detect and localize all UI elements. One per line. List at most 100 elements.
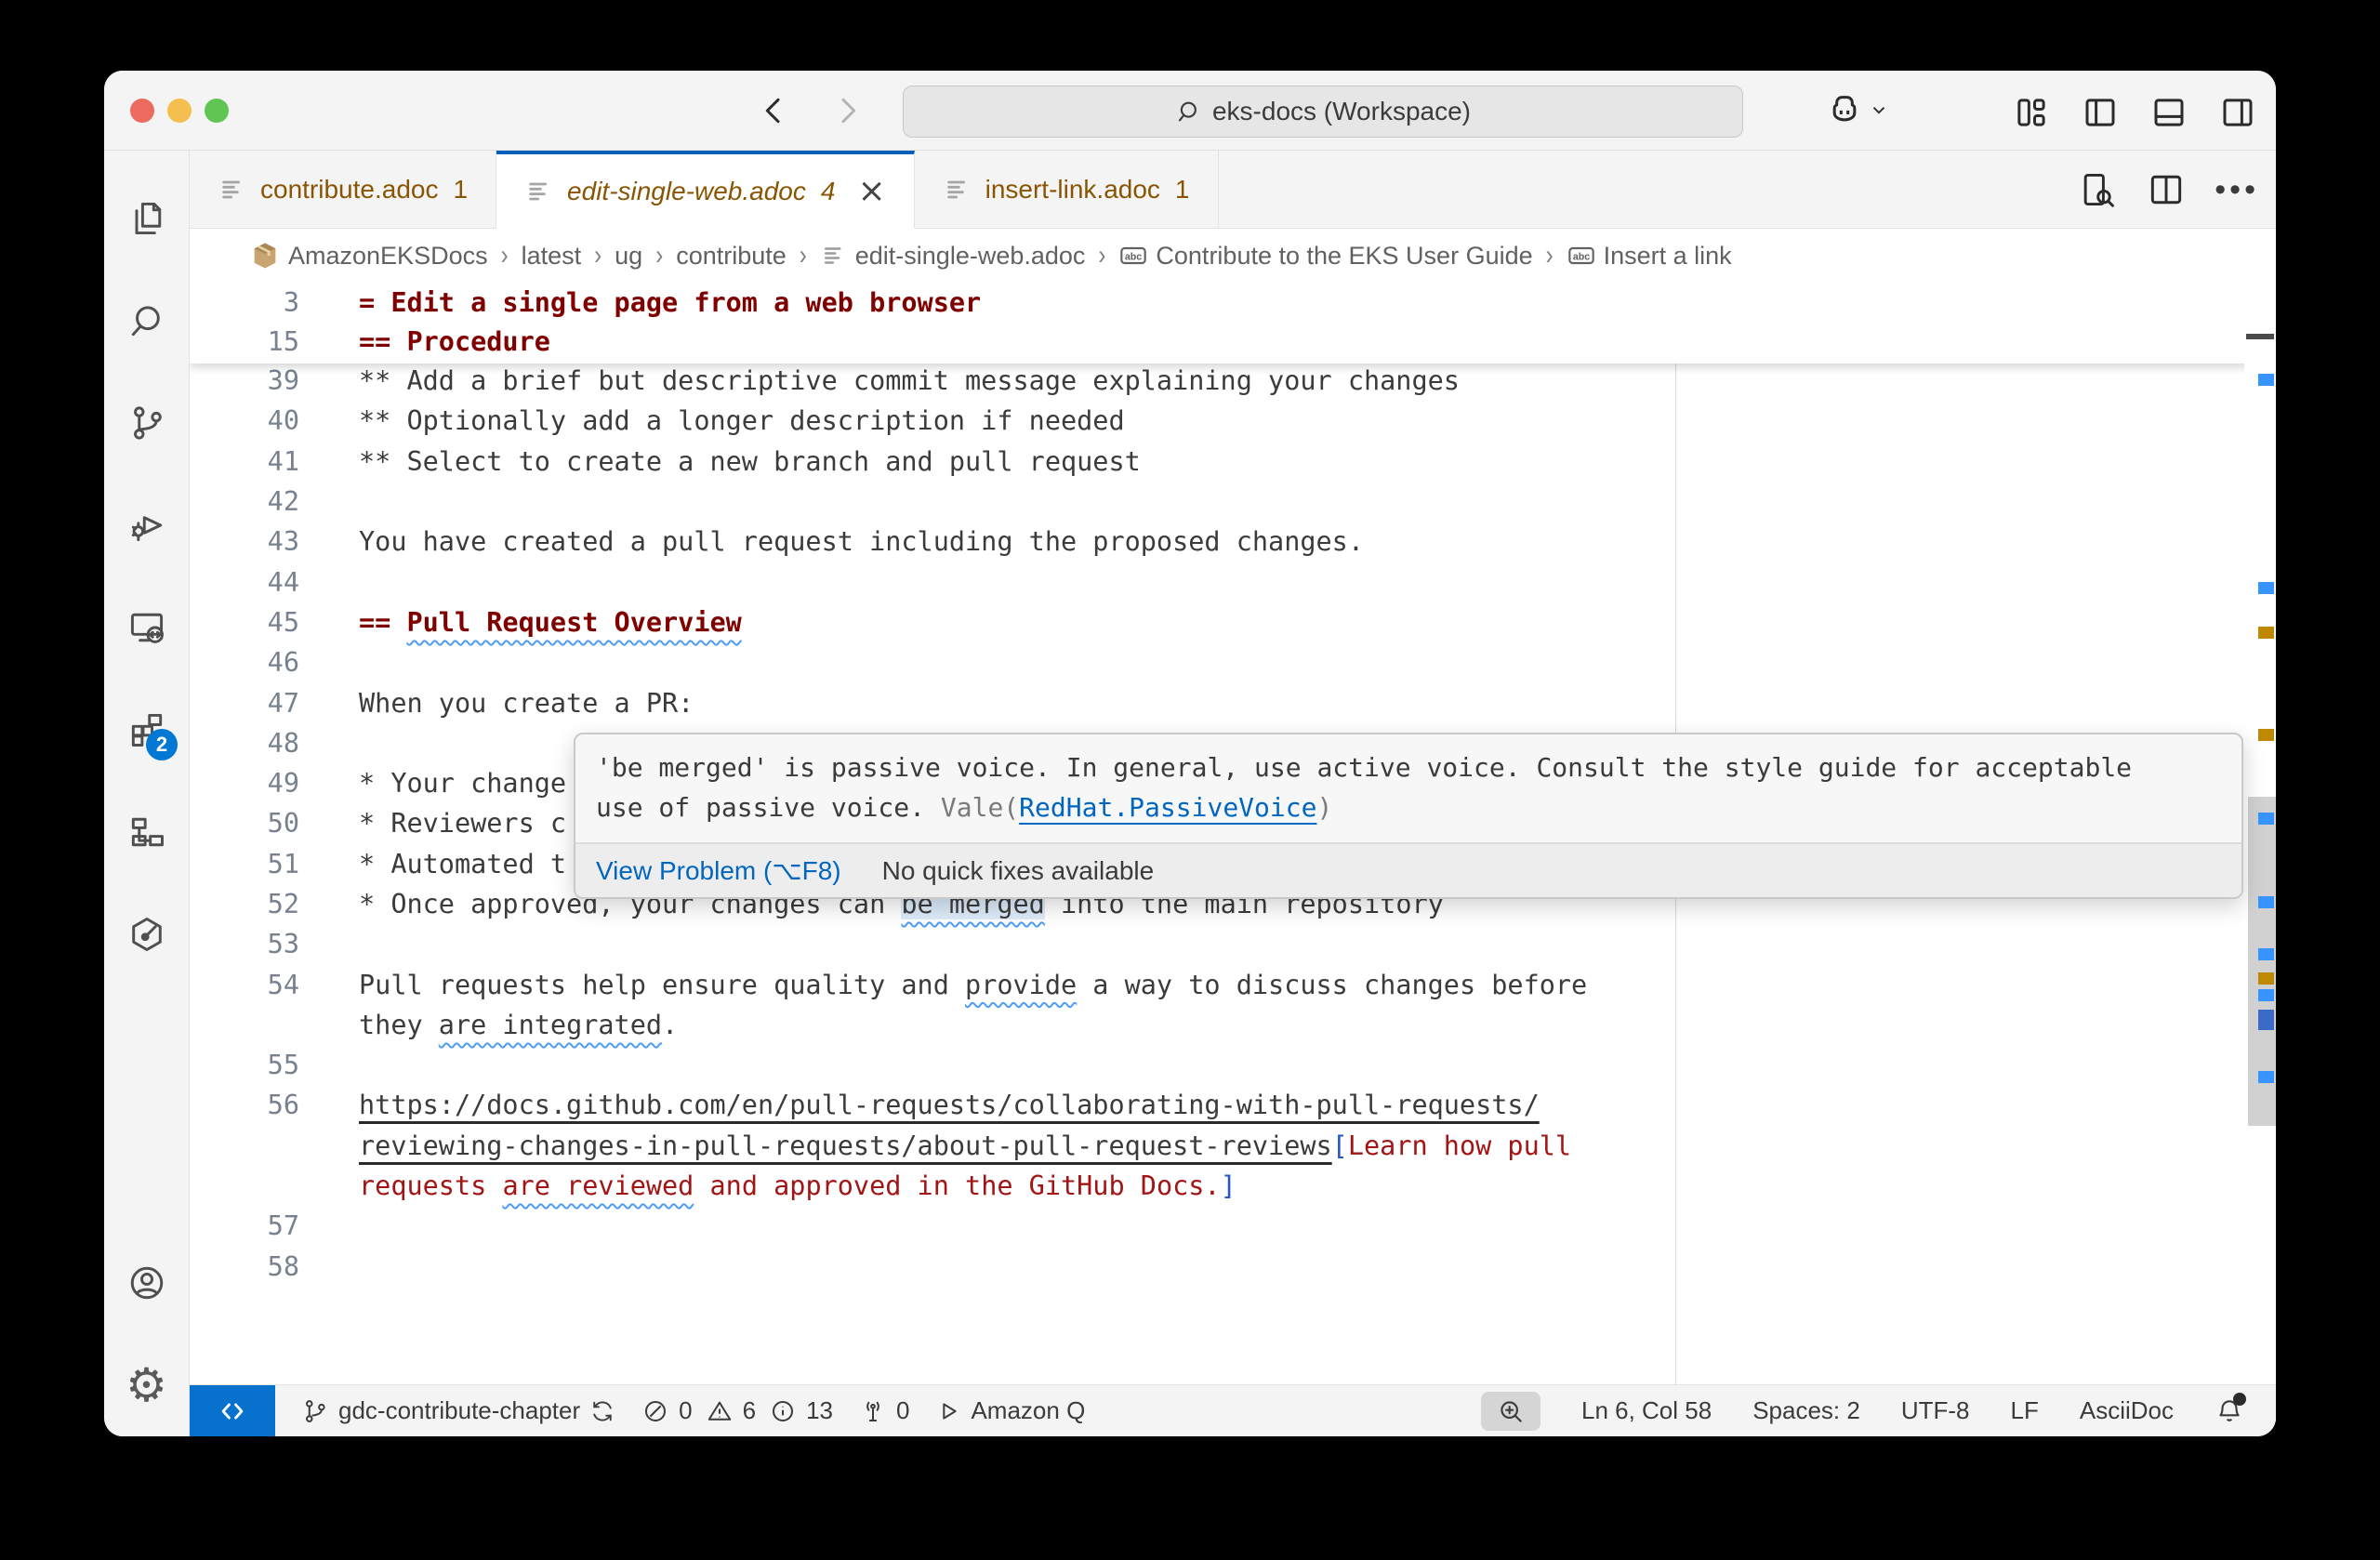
zoom-window-button[interactable]: [205, 99, 229, 123]
close-window-button[interactable]: [130, 99, 154, 123]
overview-mark: [2258, 989, 2274, 1001]
toggle-primary-sidebar-icon[interactable]: [2077, 89, 2123, 136]
tab-contribute.adoc[interactable]: contribute.adoc1: [190, 151, 496, 228]
toggle-secondary-sidebar-icon[interactable]: [2215, 89, 2261, 136]
language-mode[interactable]: AsciiDoc: [2080, 1396, 2174, 1425]
line-number: 43: [190, 526, 299, 557]
breadcrumb-item[interactable]: AmazonEKSDocs: [249, 240, 488, 271]
git-branch-item[interactable]: gdc-contribute-chapter: [301, 1396, 615, 1425]
line-number: 47: [190, 688, 299, 719]
editor-line-54[interactable]: 54Pull requests help ensure quality and …: [190, 964, 2276, 1004]
overview-mark: [2258, 1071, 2274, 1083]
forward-icon[interactable]: [829, 92, 866, 129]
split-editor-icon[interactable]: [2146, 169, 2187, 210]
editor-line-wrap[interactable]: requests are reviewed and approved in th…: [190, 1166, 2276, 1206]
editor-line-wrap[interactable]: reviewing-changes-in-pull-requests/about…: [190, 1126, 2276, 1166]
editor-line-57[interactable]: 57: [190, 1206, 2276, 1246]
breadcrumb-separator: ›: [590, 240, 605, 272]
activity-search-icon[interactable]: [104, 270, 189, 372]
breadcrumb-item[interactable]: abcContribute to the EKS User Guide: [1118, 241, 1532, 271]
breadcrumb-item[interactable]: edit-single-web.adoc: [820, 242, 1086, 271]
view-problem-link[interactable]: View Problem (⌥F8): [596, 855, 841, 886]
editor-line-3[interactable]: 3 = Edit a single page from a web browser: [190, 283, 2276, 322]
problems-item[interactable]: 0 6 13: [641, 1396, 833, 1425]
command-center-search[interactable]: eks-docs (Workspace): [903, 86, 1743, 138]
sticky-scroll[interactable]: 3 = Edit a single page from a web browser…: [190, 283, 2276, 364]
zoom-indicator[interactable]: [1481, 1392, 1540, 1431]
activity-explorer-icon[interactable]: [104, 167, 189, 270]
activity-hex-extension-icon[interactable]: [104, 883, 189, 985]
editor-line-53[interactable]: 53: [190, 924, 2276, 964]
tab-insert-link.adoc[interactable]: insert-link.adoc1: [915, 151, 1219, 228]
window-controls: [130, 99, 229, 123]
amazon-q-item[interactable]: Amazon Q: [935, 1396, 1085, 1425]
minimize-window-button[interactable]: [167, 99, 192, 123]
editor-line-47[interactable]: 47When you create a PR:: [190, 682, 2276, 722]
listfile-icon: [820, 242, 848, 270]
line-content: == Pull Request Overview: [359, 607, 742, 638]
breadcrumb-item[interactable]: abcInsert a link: [1567, 241, 1732, 271]
line-number: 58: [190, 1251, 299, 1282]
editor-line-45[interactable]: 45 == Pull Request Overview: [190, 602, 2276, 642]
editor-line-wrap[interactable]: they are integrated.: [190, 1005, 2276, 1045]
activity-remote-explorer-icon[interactable]: [104, 576, 189, 679]
breadcrumb-item[interactable]: contribute: [676, 242, 787, 271]
editor-line-46[interactable]: 46: [190, 642, 2276, 682]
activity-account-icon[interactable]: [104, 1232, 189, 1334]
abc-icon: abc: [1567, 241, 1596, 271]
editor-line-41[interactable]: 41** Select to create a new branch and p…: [190, 442, 2276, 482]
editor-line-40[interactable]: 40** Optionally add a longer description…: [190, 401, 2276, 441]
notifications-bell[interactable]: [2215, 1396, 2244, 1426]
line-number: 41: [190, 446, 299, 477]
info-icon: [769, 1397, 797, 1425]
line-number: 46: [190, 647, 299, 678]
indentation[interactable]: Spaces: 2: [1752, 1396, 1860, 1425]
breadcrumb-item[interactable]: ug: [615, 242, 642, 271]
editor[interactable]: 39** Add a brief but descriptive commit …: [190, 283, 2276, 1384]
breadcrumb-item[interactable]: latest: [522, 242, 582, 271]
activity-run-debug-icon[interactable]: [104, 474, 189, 576]
more-actions-icon[interactable]: •••: [2215, 172, 2259, 208]
tab-edit-single-web.adoc[interactable]: edit-single-web.adoc4×: [496, 151, 915, 229]
error-icon: [641, 1397, 669, 1425]
customize-layout-icon[interactable]: [2008, 89, 2055, 136]
line-content: Pull requests help ensure quality and pr…: [359, 970, 1587, 1000]
warning-count: 6: [743, 1396, 756, 1425]
vale-rule-link[interactable]: RedHat.PassiveVoice: [1019, 792, 1316, 823]
activity-extensions-icon[interactable]: 2: [104, 679, 189, 781]
ports-item[interactable]: 0: [859, 1396, 909, 1425]
sync-icon: [589, 1398, 615, 1424]
back-icon[interactable]: [755, 92, 792, 129]
editor-line-44[interactable]: 44: [190, 562, 2276, 602]
overview-mark: [2258, 813, 2274, 825]
toggle-panel-icon[interactable]: [2146, 89, 2192, 136]
editor-line-15[interactable]: 15== Procedure: [190, 322, 2276, 361]
editor-line-58[interactable]: 58: [190, 1247, 2276, 1287]
overview-mark: [2258, 1010, 2274, 1030]
line-content: = Edit a single page from a web browser: [359, 287, 981, 318]
activity-source-control-icon[interactable]: [104, 372, 189, 474]
package-icon: [249, 240, 281, 271]
editor-line-39[interactable]: 39** Add a brief but descriptive commit …: [190, 361, 2276, 401]
editor-line-56[interactable]: 56https://docs.github.com/en/pull-reques…: [190, 1085, 2276, 1125]
line-content: ** Optionally add a longer description i…: [359, 405, 1125, 436]
editor-line-42[interactable]: 42: [190, 482, 2276, 522]
remote-indicator[interactable]: [190, 1385, 275, 1436]
line-content: reviewing-changes-in-pull-requests/about…: [359, 1130, 1571, 1161]
editor-line-43[interactable]: 43You have created a pull request includ…: [190, 522, 2276, 562]
line-number: 56: [190, 1090, 299, 1120]
copilot-menu[interactable]: [1826, 91, 1889, 128]
encoding[interactable]: UTF-8: [1901, 1396, 1970, 1425]
activity-gear-icon[interactable]: ⚙: [104, 1334, 189, 1436]
editor-line-55[interactable]: 55: [190, 1045, 2276, 1085]
line-number: 45: [190, 607, 299, 638]
activity-hierarchy-icon[interactable]: [104, 781, 189, 883]
line-content: ** Add a brief but descriptive commit me…: [359, 365, 1460, 396]
tooltip-message-line1: 'be merged' is passive voice. In general…: [596, 747, 2221, 787]
open-preview-icon[interactable]: [2077, 169, 2118, 210]
close-tab-icon[interactable]: ×: [857, 175, 885, 208]
overview-ruler[interactable]: [2244, 283, 2276, 1384]
eol-sequence[interactable]: LF: [2011, 1396, 2039, 1425]
cursor-position[interactable]: Ln 6, Col 58: [1581, 1396, 1712, 1425]
line-number: 3: [190, 287, 299, 318]
